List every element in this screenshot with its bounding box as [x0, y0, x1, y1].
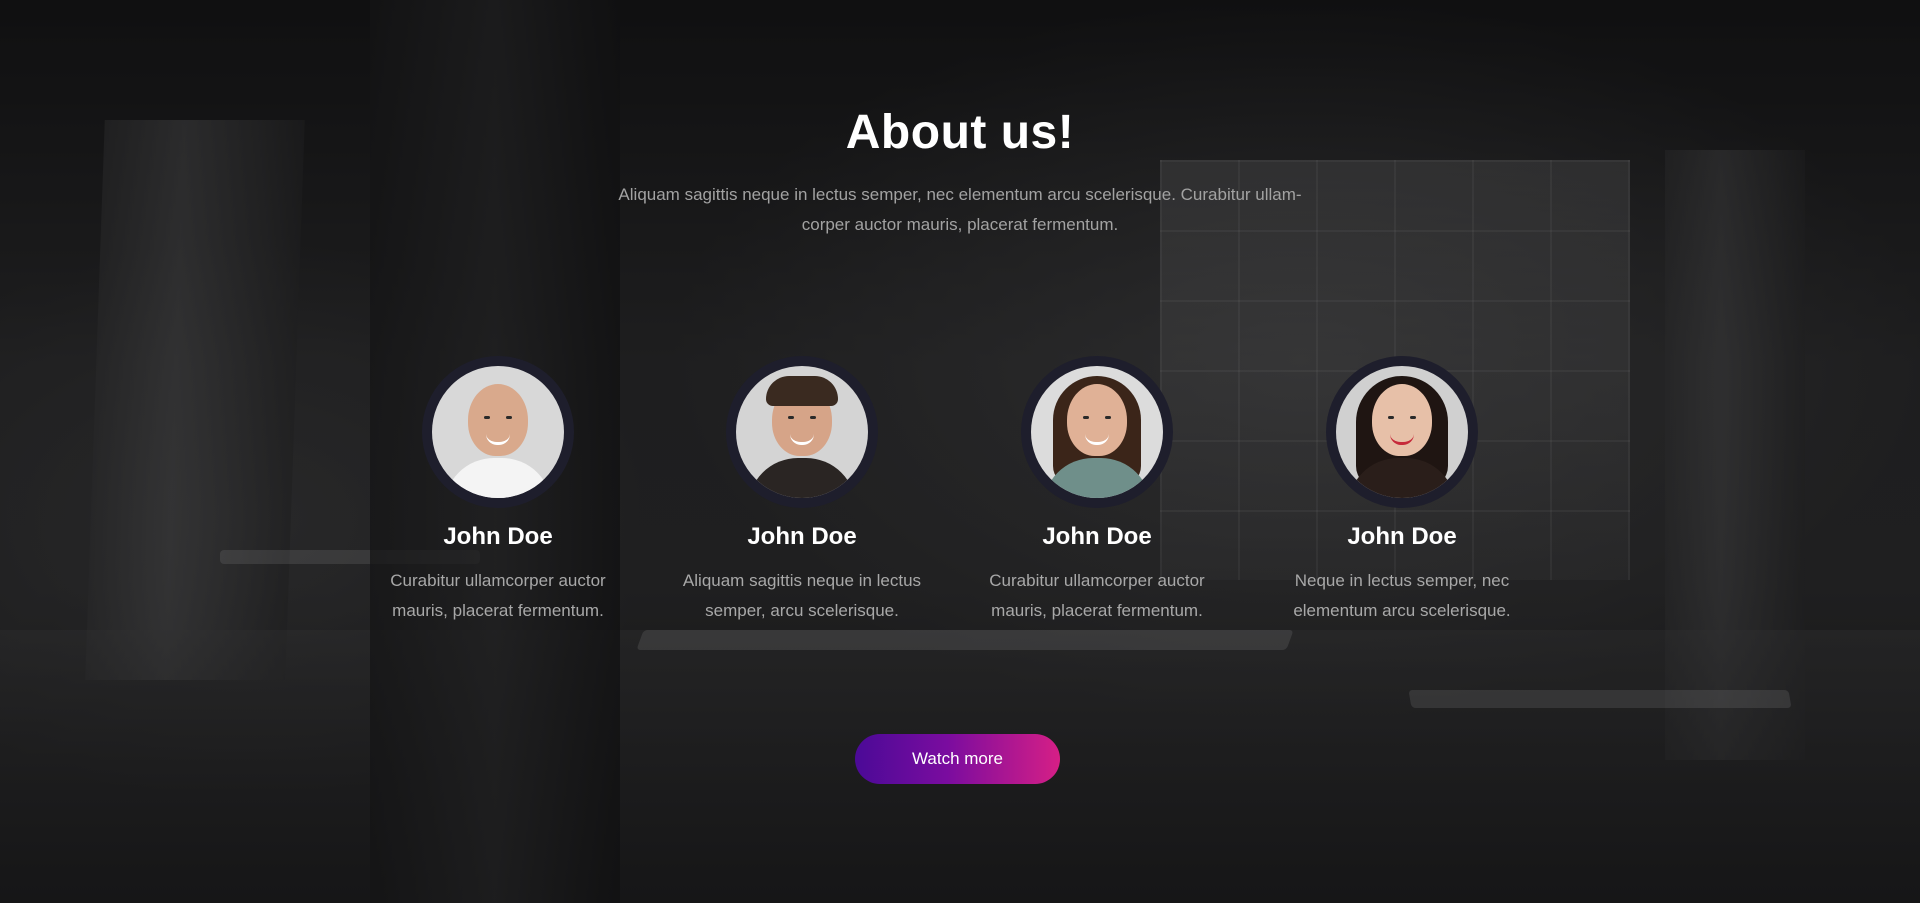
section-title: About us!	[845, 106, 1075, 159]
team-member-card: John Doe Neque in lectus semper, nec ele…	[1272, 356, 1532, 626]
member-avatar	[726, 356, 878, 508]
member-description: Curabitur ullamcorper auctor mauris, pla…	[390, 571, 606, 620]
about-section: About us! Aliquam sagittis neque in lect…	[0, 0, 1920, 903]
team-member-card: John Doe Curabitur ullamcorper auctor ma…	[967, 356, 1227, 626]
member-name: John Doe	[747, 523, 857, 550]
watch-more-button[interactable]: Watch more	[855, 734, 1060, 784]
member-name: John Doe	[1347, 523, 1457, 550]
member-description: Aliquam sagittis neque in lectus semper,…	[682, 571, 922, 620]
about-content: About us! Aliquam sagittis neque in lect…	[0, 0, 1920, 903]
section-subtitle: Aliquam sagittis neque in lectus semper,…	[618, 185, 1302, 234]
member-avatar	[422, 356, 574, 508]
team-member-card: John Doe Curabitur ullamcorper auctor ma…	[368, 356, 628, 626]
woman-plaid-shirt-photo	[1031, 366, 1163, 498]
member-avatar	[1326, 356, 1478, 508]
member-description: Curabitur ullamcorper auctor mauris, pla…	[989, 571, 1205, 620]
member-name: John Doe	[443, 523, 553, 550]
team-member-card: John Doe Aliquam sagittis neque in lectu…	[672, 356, 932, 626]
bald-man-photo	[432, 366, 564, 498]
man-in-suit-photo	[736, 366, 868, 498]
woman-dark-hair-photo	[1336, 366, 1468, 498]
member-description: Neque in lectus semper, nec elementum ar…	[1293, 571, 1511, 620]
member-name: John Doe	[1042, 523, 1152, 550]
member-avatar	[1021, 356, 1173, 508]
team-members-list: John Doe Curabitur ullamcorper auctor ma…	[0, 356, 1920, 636]
